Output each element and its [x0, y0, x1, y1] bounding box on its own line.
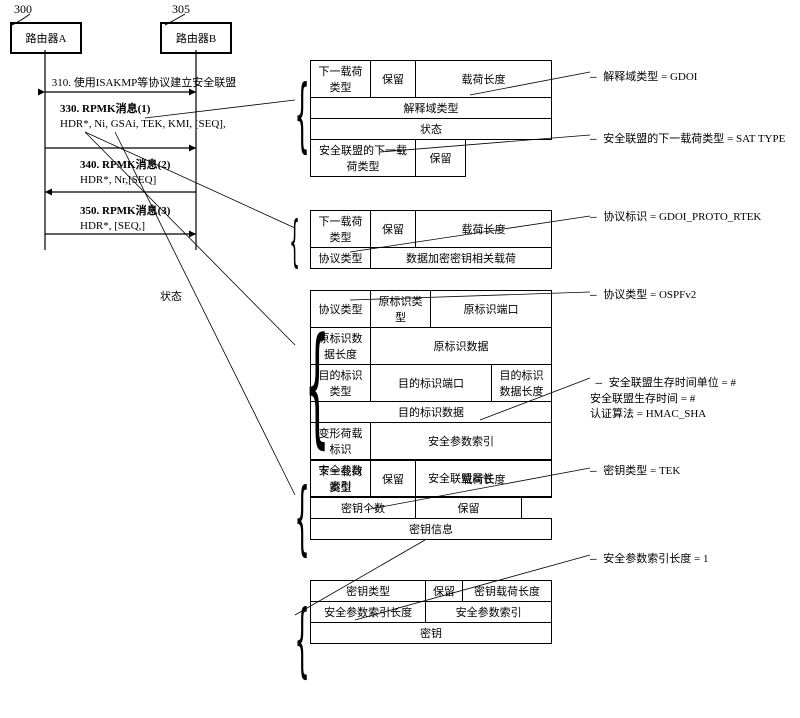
- anno-keytype: — 密钥类型 = TEK: [590, 462, 680, 478]
- p1-doi: 解释域类型: [311, 98, 552, 119]
- panel5-table: 密钥类型 保留 密钥载荷长度 安全参数索引长度 安全参数索引 密钥: [310, 580, 552, 644]
- router-b-box: 路由器B: [160, 22, 232, 54]
- p1-nextpayload: 下一载荷类型: [311, 61, 371, 98]
- p5-keytype: 密钥类型: [311, 581, 426, 602]
- step-330-text: 330. RPMK消息(1) HDR*, Ni, GSAi, TEK, KMI,…: [60, 102, 226, 132]
- p2-nextpayload: 下一载荷类型: [311, 211, 371, 248]
- bracket-p3: {: [305, 340, 328, 431]
- p5-kpaylen: 密钥载荷长度: [462, 581, 551, 602]
- p2-dek: 数据加密密钥相关载荷: [371, 248, 552, 269]
- panel2-table: 下一载荷类型 保留 载荷长度 协议类型 数据加密密钥相关载荷: [310, 210, 552, 269]
- bracket-p5: {: [295, 612, 309, 668]
- anno-protoid: — 协议标识 = GDOI_PROTO_RTEK: [590, 208, 761, 224]
- anno-doi: — 解释域类型 = GDOI: [590, 68, 697, 84]
- step-340-text: 340. RPMK消息(2) HDR*, Nr,[SEQ]: [80, 158, 170, 188]
- p3-dstiddata: 目的标识数据: [311, 402, 552, 423]
- anno-satype: — 安全联盟的下一载荷类型 = SAT TYPE: [590, 130, 785, 146]
- p4-keycount: 密钥个数: [311, 498, 416, 519]
- router-a-label: 路由器A: [26, 33, 67, 45]
- p4-keyinfo: 密钥信息: [311, 519, 552, 540]
- p4-reserved2: 保留: [416, 498, 522, 519]
- ref-300: 300: [14, 2, 32, 17]
- p2-plen: 载荷长度: [416, 211, 552, 248]
- router-a-box: 路由器A: [10, 22, 82, 54]
- p1-reserved2: 保留: [416, 140, 466, 177]
- p3-dstidport: 目的标识端口: [371, 365, 492, 402]
- p3-dstidlen: 目的标识数据长度: [492, 365, 552, 402]
- step-310-text: 310. 使用ISAKMP等协议建立安全联盟: [44, 76, 244, 91]
- p4-nextpayload: 下一载荷类型: [311, 461, 371, 498]
- p3-srciddata: 原标识数据: [371, 328, 552, 365]
- bracket-p1: {: [295, 87, 309, 143]
- p2-reserved: 保留: [371, 211, 416, 248]
- step-350-text: 350. RPMK消息(3) HDR*, [SEQ,]: [80, 204, 170, 234]
- p5-reserved: 保留: [426, 581, 463, 602]
- anno-prototype: — 协议类型 = OSPFv2: [590, 286, 696, 302]
- p4-plen: 载荷长度: [416, 461, 552, 498]
- p4-reserved: 保留: [371, 461, 416, 498]
- status-text: 状态: [160, 290, 182, 305]
- bracket-p4: {: [295, 490, 309, 546]
- p5-key: 密钥: [311, 623, 552, 644]
- p1-status: 状态: [311, 119, 552, 140]
- p3-spi: 安全参数索引: [371, 423, 552, 460]
- bracket-p2: {: [290, 222, 300, 261]
- anno-sa: — 安全联盟生存时间单位 = # 安全联盟生存时间 = # 认证算法 = HMA…: [590, 360, 736, 423]
- panel1-table: 下一载荷类型 保留 载荷长度 解释域类型 状态 安全联盟的下一载荷类型 保留: [310, 60, 552, 177]
- panel4-table: 下一载荷类型 保留 载荷长度 密钥个数 保留 密钥信息: [310, 460, 552, 540]
- p5-spilen: 安全参数索引长度: [311, 602, 426, 623]
- p3-srcidport: 原标识端口: [431, 291, 552, 328]
- anno-spilen: — 安全参数索引长度 = 1: [590, 550, 708, 566]
- p3-srcidtype: 原标识类型: [371, 291, 431, 328]
- p5-spi: 安全参数索引: [426, 602, 552, 623]
- router-b-label: 路由器B: [176, 33, 216, 45]
- p1-payload-len: 载荷长度: [416, 61, 552, 98]
- p1-sanext: 安全联盟的下一载荷类型: [311, 140, 416, 177]
- p2-prototype: 协议类型: [311, 248, 371, 269]
- ref-305: 305: [172, 2, 190, 17]
- p1-reserved: 保留: [371, 61, 416, 98]
